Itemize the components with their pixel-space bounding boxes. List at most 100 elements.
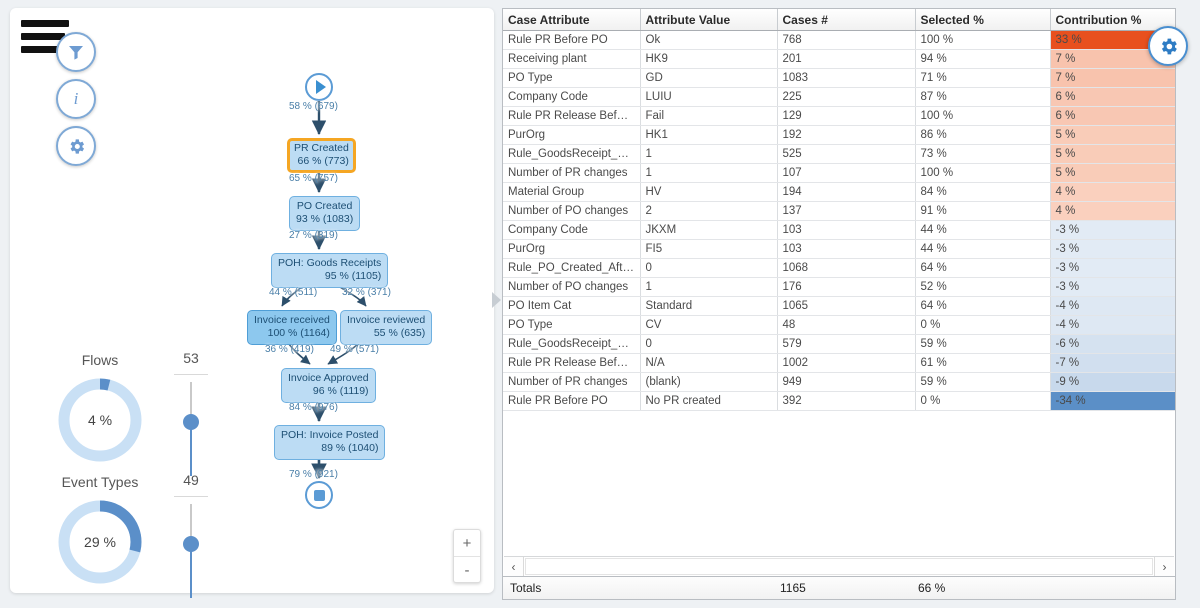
cell-1: 0 bbox=[640, 258, 778, 278]
table-row[interactable]: PurOrg FI5 103 44 % -3 % bbox=[503, 239, 1175, 259]
table-row[interactable]: Receiving plant HK9 201 94 % 7 % bbox=[503, 49, 1175, 69]
table-row[interactable]: PO Type GD 1083 71 % 7 % bbox=[503, 68, 1175, 88]
table-row[interactable]: PurOrg HK1 192 86 % 5 % bbox=[503, 125, 1175, 145]
flows-slider[interactable]: 53 bbox=[172, 348, 210, 476]
panel-collapse-handle[interactable] bbox=[492, 292, 501, 308]
scroll-left-button[interactable]: ‹ bbox=[504, 557, 524, 576]
cell-3: 91 % bbox=[915, 201, 1051, 221]
table-row[interactable]: PO Type CV 48 0 % -4 % bbox=[503, 315, 1175, 335]
column-header-3[interactable]: Selected % bbox=[915, 9, 1051, 31]
cell-1: 1 bbox=[640, 163, 778, 183]
edge-label: 58 % (679) bbox=[289, 101, 338, 112]
cell-contribution: -34 % bbox=[1050, 391, 1175, 411]
cell-2: 103 bbox=[777, 220, 916, 240]
table-row[interactable]: Company Code JKXM 103 44 % -3 % bbox=[503, 220, 1175, 240]
horizontal-scrollbar[interactable]: ‹ › bbox=[504, 556, 1174, 576]
cell-contribution: -7 % bbox=[1050, 353, 1175, 373]
table-row[interactable]: Material Group HV 194 84 % 4 % bbox=[503, 182, 1175, 202]
column-header-4[interactable]: Contribution % bbox=[1050, 9, 1175, 31]
cell-0: Rule PR Release Before PO bbox=[503, 353, 641, 373]
cell-contribution: -3 % bbox=[1050, 258, 1175, 278]
table-row[interactable]: PO Item Cat Standard 1065 64 % -4 % bbox=[503, 296, 1175, 316]
slider-cap bbox=[174, 496, 208, 497]
edge-label: 27 % (319) bbox=[289, 230, 338, 241]
cell-2: 129 bbox=[777, 106, 916, 126]
cell-1: JKXM bbox=[640, 220, 778, 240]
cell-2: 768 bbox=[777, 30, 916, 50]
graph-node-invoice-reviewed[interactable]: Invoice reviewed 55 % (635) bbox=[340, 310, 433, 345]
table-row[interactable]: Number of PR changes 1 107 100 % 5 % bbox=[503, 163, 1175, 183]
table-row[interactable]: Number of PR changes (blank) 949 59 % -9 % bbox=[503, 372, 1175, 392]
table-row[interactable]: Rule_PO_Created_After_Scan0106864 %-3 % bbox=[503, 258, 1175, 278]
cell-3: 64 % bbox=[915, 296, 1051, 316]
cell-0: Company Code bbox=[503, 220, 641, 240]
graph-node-invoice-posted[interactable]: POH: Invoice Posted 89 % (1040) bbox=[274, 425, 386, 460]
event-types-donut[interactable]: 29 % bbox=[56, 498, 144, 586]
cell-0: Company Code bbox=[503, 87, 641, 107]
edge-label: 44 % (511) bbox=[269, 287, 318, 298]
cell-3: 0 % bbox=[915, 391, 1051, 411]
zoom-out-button[interactable]: - bbox=[454, 557, 480, 583]
scroll-right-button[interactable]: › bbox=[1154, 557, 1174, 576]
flows-donut[interactable]: 4 % bbox=[56, 376, 144, 464]
graph-node-goods-receipts[interactable]: POH: Goods Receipts 95 % (1105) bbox=[271, 253, 389, 288]
slider-value: 53 bbox=[183, 350, 199, 366]
column-header-2[interactable]: Cases # bbox=[777, 9, 916, 31]
table-row[interactable]: Number of PO changes 2 137 91 % 4 % bbox=[503, 201, 1175, 221]
cell-3: 71 % bbox=[915, 68, 1051, 88]
event-types-slider[interactable]: 49 bbox=[172, 470, 210, 598]
edge-label: 32 % (371) bbox=[342, 287, 391, 298]
table-row[interactable]: Rule PR Release Before PO N/A 1002 61 % -7 % bbox=[503, 353, 1175, 373]
scrollbar-thumb[interactable] bbox=[525, 558, 1153, 575]
cell-contribution: -3 % bbox=[1050, 220, 1175, 240]
graph-start-node[interactable] bbox=[305, 73, 333, 101]
zoom-controls[interactable]: + - bbox=[453, 529, 481, 583]
totals-cases: 1165 bbox=[780, 581, 806, 595]
graph-node-invoice-approved[interactable]: Invoice Approved 96 % (1119) bbox=[281, 368, 376, 403]
cell-2: 201 bbox=[777, 49, 916, 69]
cell-3: 84 % bbox=[915, 182, 1051, 202]
graph-node-pr-created[interactable]: PR Created 66 % (773) bbox=[287, 138, 356, 173]
stop-icon bbox=[313, 489, 325, 501]
column-header-0[interactable]: Case Attribute bbox=[503, 9, 641, 31]
cell-0: Rule PR Before PO bbox=[503, 30, 641, 50]
cell-2: 103 bbox=[777, 239, 916, 259]
cell-3: 61 % bbox=[915, 353, 1051, 373]
table-row[interactable]: Rule PR Release Before PO Fail 129 100 % 6 % bbox=[503, 106, 1175, 126]
cell-0: Rule_GoodsReceipt_After_Scan bbox=[503, 334, 641, 354]
table-settings-button[interactable] bbox=[1148, 26, 1188, 66]
table-row[interactable]: Company Code LUIU 225 87 % 6 % bbox=[503, 87, 1175, 107]
gauge-title: Event Types bbox=[61, 474, 139, 490]
cell-contribution: -3 % bbox=[1050, 277, 1175, 297]
table-row[interactable]: Rule_GoodsReceipt_After_Scan057959 %-6 % bbox=[503, 334, 1175, 354]
zoom-in-button[interactable]: + bbox=[454, 530, 480, 557]
graph-end-node[interactable] bbox=[305, 481, 333, 509]
cell-2: 192 bbox=[777, 125, 916, 145]
node-stat: 96 % (1119) bbox=[312, 385, 369, 397]
cell-1: CV bbox=[640, 315, 778, 335]
table-row[interactable]: Number of PO changes 1 176 52 % -3 % bbox=[503, 277, 1175, 297]
slider-thumb[interactable] bbox=[183, 536, 199, 552]
table-scroll-area[interactable]: Case Attribute Attribute Value Cases # Sele… bbox=[503, 9, 1175, 555]
slider-thumb[interactable] bbox=[183, 414, 199, 430]
node-stat: 55 % (635) bbox=[373, 327, 426, 339]
cell-3: 86 % bbox=[915, 125, 1051, 145]
table-row[interactable]: Rule PR Before PO No PR created 392 0 % -34 … bbox=[503, 391, 1175, 411]
node-stat: 66 % (773) bbox=[297, 155, 349, 167]
cell-3: 44 % bbox=[915, 220, 1051, 240]
node-label: POH: Invoice Posted bbox=[281, 429, 379, 441]
cell-contribution: 6 % bbox=[1050, 87, 1175, 107]
cell-3: 94 % bbox=[915, 49, 1051, 69]
cell-2: 194 bbox=[777, 182, 916, 202]
graph-node-invoice-received[interactable]: Invoice received 100 % (1164) bbox=[247, 310, 337, 345]
graph-node-po-created[interactable]: PO Created 93 % (1083) bbox=[289, 196, 361, 231]
contribution-table-panel: Case Attribute Attribute Value Cases # Sele… bbox=[502, 8, 1176, 600]
node-label: PO Created bbox=[296, 200, 353, 212]
table-row[interactable]: Rule_GoodsReceipt_After_Scan152573 %5 % bbox=[503, 144, 1175, 164]
cell-2: 1083 bbox=[777, 68, 916, 88]
table-row[interactable]: Rule PR Before PO Ok 768 100 % 33 % bbox=[503, 30, 1175, 50]
gear-icon bbox=[1161, 38, 1177, 54]
cell-3: 100 % bbox=[915, 106, 1051, 126]
column-header-1[interactable]: Attribute Value bbox=[640, 9, 778, 31]
cell-contribution: 7 % bbox=[1050, 68, 1175, 88]
